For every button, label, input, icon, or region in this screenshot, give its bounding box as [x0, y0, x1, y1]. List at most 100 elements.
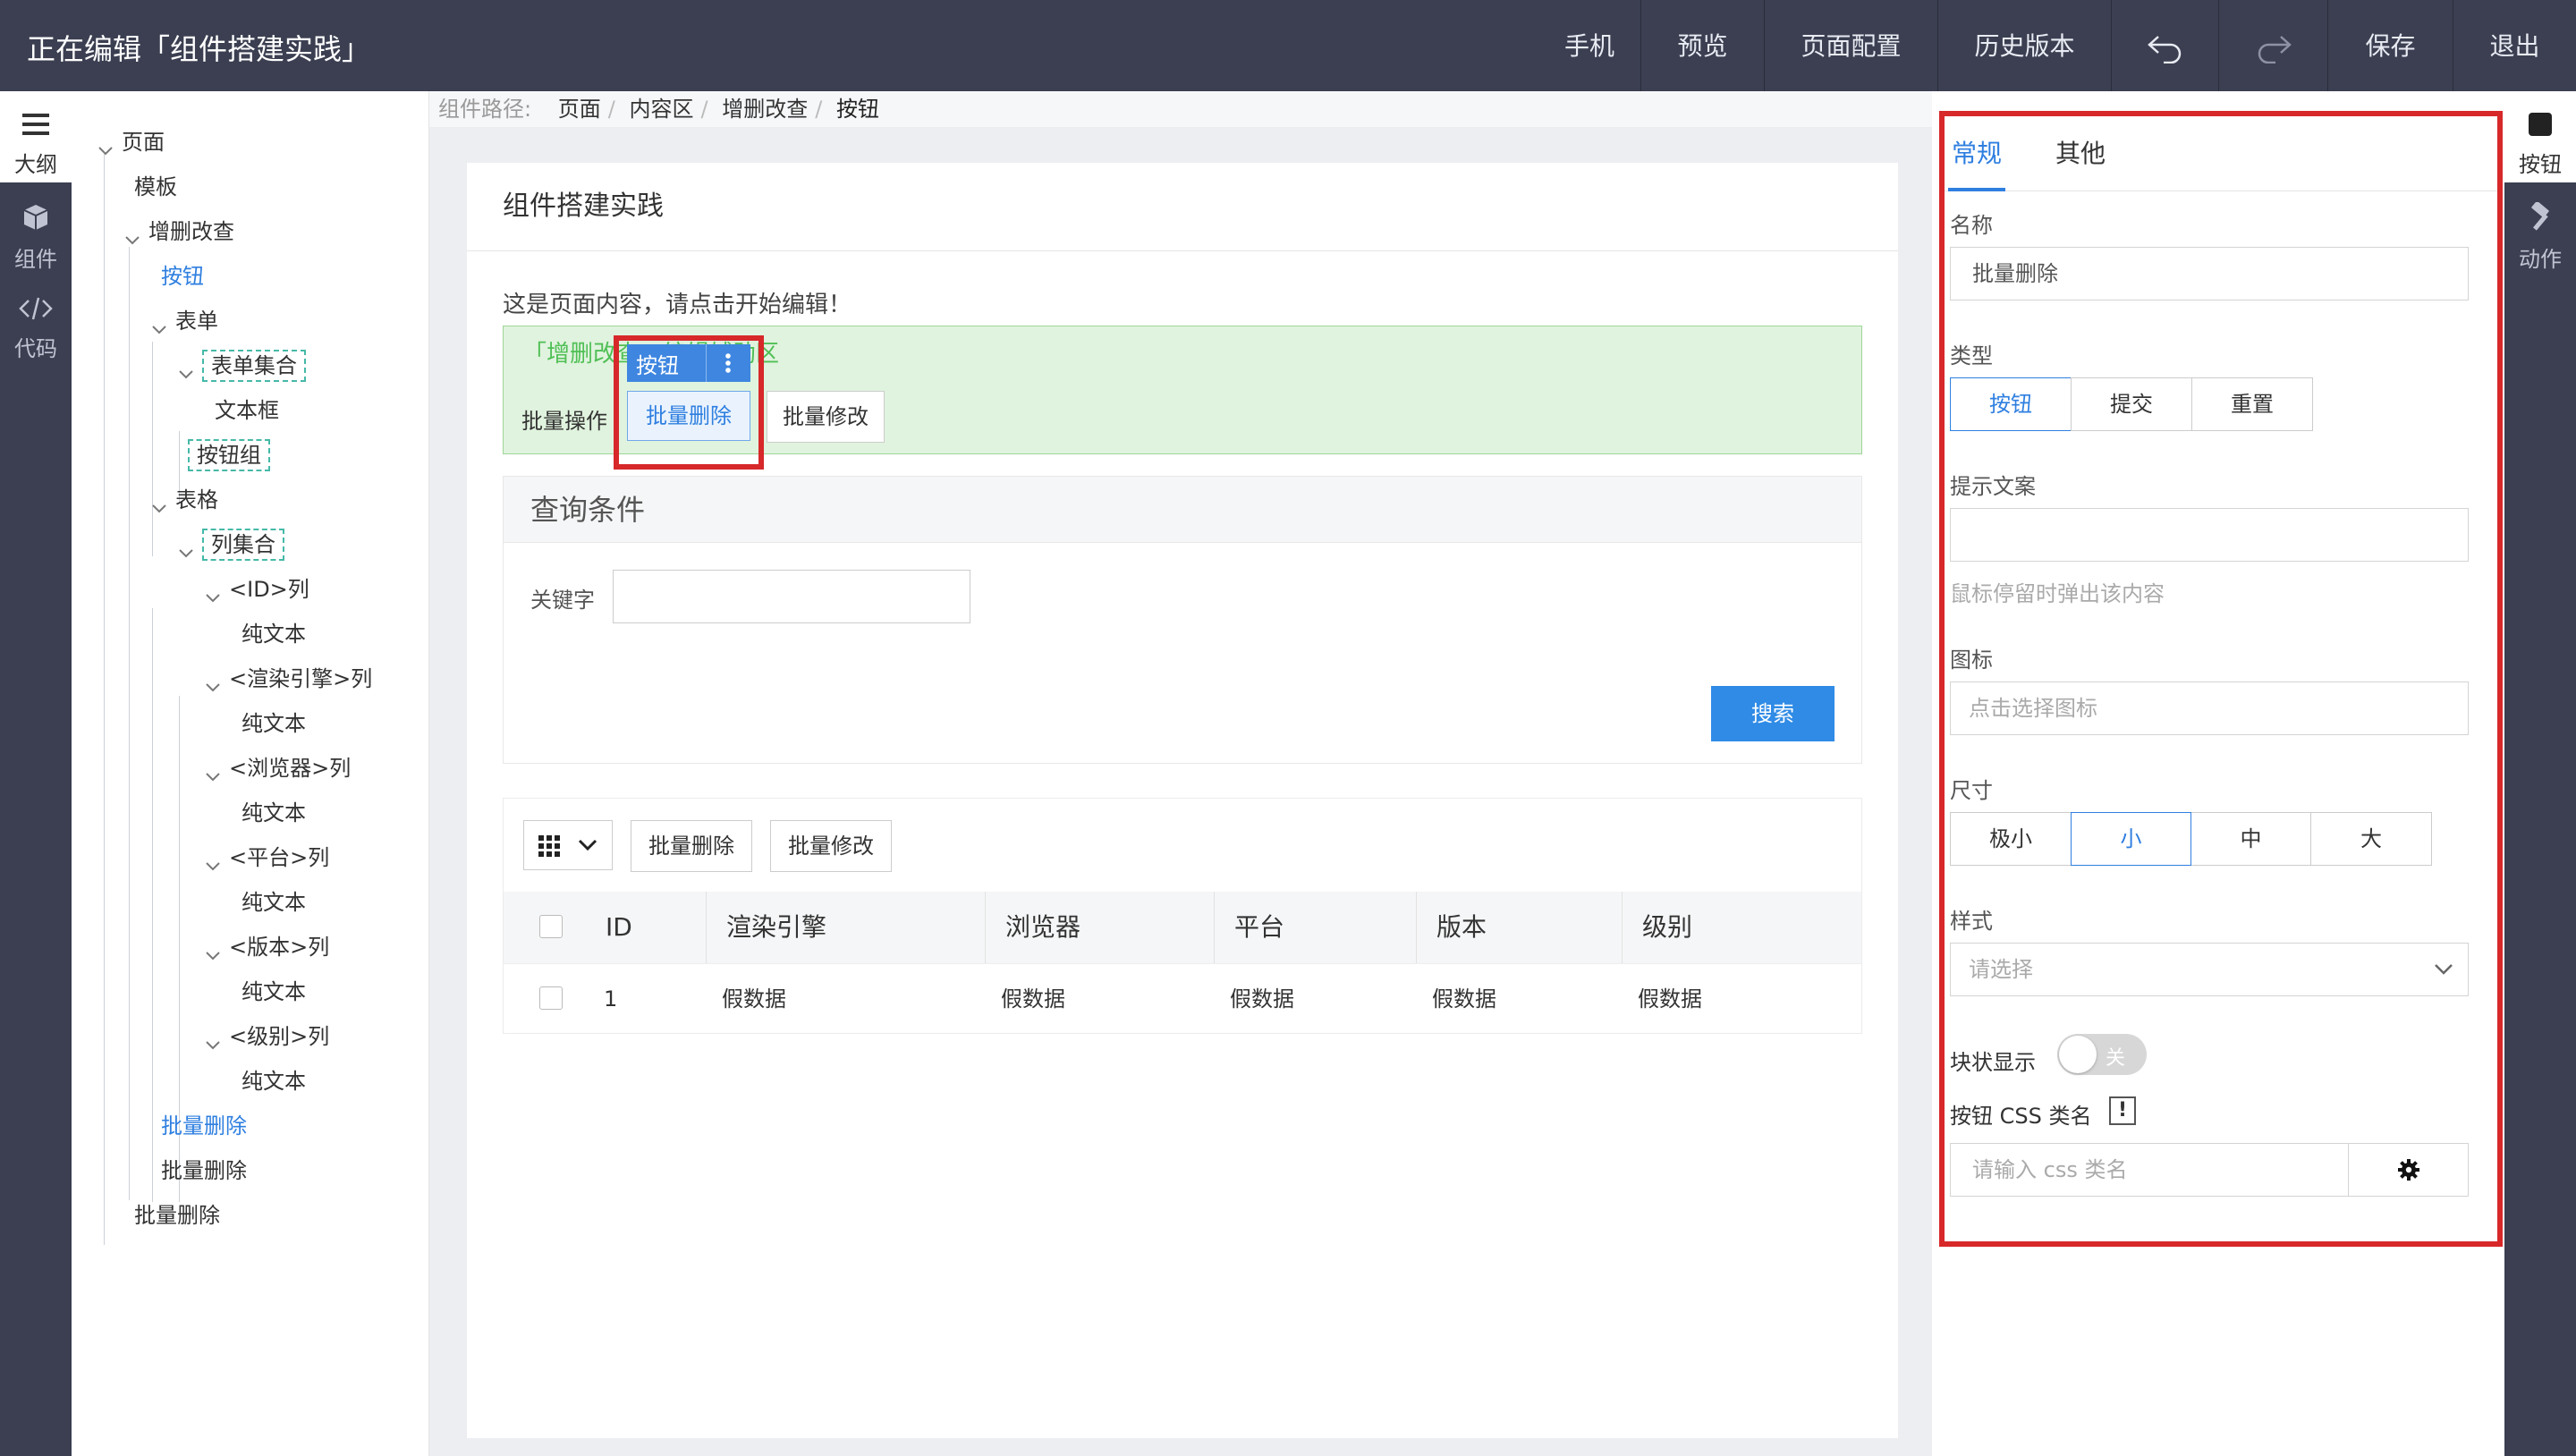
type-option-reset[interactable]: 重置: [2191, 377, 2313, 431]
outline-tree-item[interactable]: 表格: [89, 478, 420, 522]
history-button[interactable]: 历史版本: [1937, 0, 2111, 91]
chevron-down-icon[interactable]: [150, 309, 168, 334]
chevron-down-icon[interactable]: [204, 578, 222, 603]
chevron-down-icon[interactable]: [204, 757, 222, 782]
icon-picker[interactable]: 点击选择图标: [1950, 681, 2469, 735]
outline-tree-item[interactable]: <版本>列: [89, 925, 420, 969]
outline-tree-item[interactable]: 增删改查: [89, 209, 420, 254]
outline-tree-item[interactable]: 纯文本: [89, 612, 420, 656]
column-header[interactable]: 级别: [1622, 892, 1861, 963]
rail-actions[interactable]: 动作: [2504, 200, 2576, 273]
outline-tree-item[interactable]: 表单: [89, 299, 420, 343]
css-settings-button[interactable]: [2348, 1143, 2469, 1197]
name-input[interactable]: 批量删除: [1950, 247, 2469, 301]
outline-tree-item[interactable]: 纯文本: [89, 969, 420, 1014]
column-header[interactable]: 渲染引擎: [706, 892, 983, 963]
config-highlight-frame: 常规 其他 名称 批量删除 类型 按钮 提交 重置 提示文案 鼠标停留时弹出该内…: [1939, 111, 2503, 1247]
type-option-button[interactable]: 按钮: [1950, 377, 2072, 431]
outline-tree-item[interactable]: <级别>列: [89, 1014, 420, 1059]
column-header[interactable]: 浏览器: [985, 892, 1212, 963]
page-config-button[interactable]: 页面配置: [1764, 0, 1937, 91]
selected-component-tag[interactable]: 按钮: [627, 344, 750, 382]
outline-tree-item[interactable]: 模板: [89, 165, 420, 209]
save-button[interactable]: 保存: [2327, 0, 2453, 91]
info-icon[interactable]: !: [2109, 1096, 2136, 1125]
edit-helper-zone[interactable]: 「增删改查」编辑辅助区 批量操作 按钮 批量删除 批量修改: [503, 326, 1862, 470]
chevron-down-icon[interactable]: [123, 220, 141, 245]
batch-delete-button[interactable]: 批量删除: [627, 391, 750, 441]
outline-tree-item[interactable]: <平台>列: [89, 835, 420, 880]
outline-tree-item[interactable]: 列集合: [89, 522, 420, 567]
table-batch-edit-button[interactable]: 批量修改: [770, 820, 892, 872]
breadcrumb-item[interactable]: 增删改查: [722, 97, 808, 122]
keyword-input[interactable]: [613, 570, 970, 623]
outline-tree-label: 列集合: [202, 529, 284, 561]
rail-button-props[interactable]: 按钮: [2504, 111, 2576, 178]
mobile-button[interactable]: 手机: [1538, 0, 1640, 91]
size-option-xs[interactable]: 极小: [1950, 812, 2072, 866]
gear-icon: [2398, 1159, 2419, 1181]
exit-button[interactable]: 退出: [2453, 0, 2576, 91]
outline-tree-item[interactable]: 纯文本: [89, 880, 420, 925]
outline-tree-item[interactable]: 批量删除: [89, 1148, 420, 1193]
outline-tree-item[interactable]: 纯文本: [89, 1059, 420, 1104]
size-option-sm[interactable]: 小: [2071, 812, 2191, 866]
css-class-input[interactable]: 请输入 css 类名: [1950, 1143, 2349, 1197]
row-checkbox[interactable]: [539, 986, 563, 1010]
tooltip-input[interactable]: [1950, 508, 2469, 562]
size-label: 尺寸: [1950, 778, 1993, 803]
rail-outline[interactable]: 大纲: [0, 111, 72, 178]
breadcrumb-item[interactable]: 内容区: [629, 97, 693, 122]
outline-tree-item[interactable]: 批量删除: [89, 1104, 420, 1148]
style-select[interactable]: 请选择: [1950, 943, 2469, 996]
more-vertical-icon[interactable]: [720, 351, 736, 375]
size-option-lg[interactable]: 大: [2310, 812, 2432, 866]
outline-tree-item[interactable]: 纯文本: [89, 701, 420, 746]
rail-code-label: 代码: [14, 336, 57, 361]
tab-general[interactable]: 常规: [1952, 134, 2002, 170]
breadcrumb-item[interactable]: 页面: [558, 97, 601, 122]
outline-tree-item[interactable]: 纯文本: [89, 791, 420, 835]
toggle-state-label: 关: [2106, 1047, 2126, 1070]
page-card: 组件搭建实践 这是页面内容，请点击开始编辑！ 「增删改查」编辑辅助区 批量操作 …: [467, 163, 1898, 1438]
outline-tree-item[interactable]: 批量删除: [89, 1193, 420, 1238]
outline-tree-item[interactable]: 页面: [89, 120, 420, 165]
chevron-down-icon[interactable]: [204, 935, 222, 961]
chevron-down-icon[interactable]: [204, 1025, 222, 1050]
chevron-down-icon[interactable]: [177, 533, 195, 558]
type-option-submit[interactable]: 提交: [2071, 377, 2192, 431]
rail-code[interactable]: 代码: [0, 295, 72, 362]
preview-button[interactable]: 预览: [1640, 0, 1764, 91]
chevron-down-icon[interactable]: [97, 131, 114, 156]
table-batch-delete-button[interactable]: 批量删除: [631, 820, 752, 872]
batch-edit-button[interactable]: 批量修改: [767, 391, 885, 443]
chevron-down-icon[interactable]: [204, 667, 222, 692]
cube-icon: [23, 205, 48, 230]
chevron-down-icon[interactable]: [204, 846, 222, 871]
size-option-md[interactable]: 中: [2190, 812, 2311, 866]
column-header[interactable]: 平台: [1214, 892, 1414, 963]
outline-tree-item[interactable]: 表单集合: [89, 343, 420, 388]
column-header[interactable]: 版本: [1416, 892, 1620, 963]
tab-other[interactable]: 其他: [2055, 134, 2106, 170]
batch-ops-label: 批量操作: [521, 409, 607, 434]
outline-tree-item[interactable]: <浏览器>列: [89, 746, 420, 791]
outline-tree-item[interactable]: 文本框: [89, 388, 420, 433]
outline-tree-label: <ID>列: [229, 577, 309, 602]
redo-icon: [2258, 36, 2292, 64]
block-display-toggle[interactable]: 关: [2057, 1034, 2147, 1075]
style-label: 样式: [1950, 909, 1993, 934]
select-all-checkbox[interactable]: [539, 915, 563, 938]
chevron-down-icon[interactable]: [150, 488, 168, 513]
outline-tree-item[interactable]: <渲染引擎>列: [89, 656, 420, 701]
outline-tree-item[interactable]: 按钮组: [89, 433, 420, 478]
outline-tree-item[interactable]: <ID>列: [89, 567, 420, 612]
chevron-down-icon[interactable]: [177, 354, 195, 379]
outline-tree-item[interactable]: 按钮: [89, 254, 420, 299]
search-button[interactable]: 搜索: [1711, 686, 1835, 741]
redo-button[interactable]: [2218, 0, 2327, 91]
column-toggle-dropdown[interactable]: [523, 820, 613, 870]
undo-button[interactable]: [2111, 0, 2218, 91]
rail-components[interactable]: 组件: [0, 202, 72, 273]
menu-icon: [22, 114, 49, 135]
